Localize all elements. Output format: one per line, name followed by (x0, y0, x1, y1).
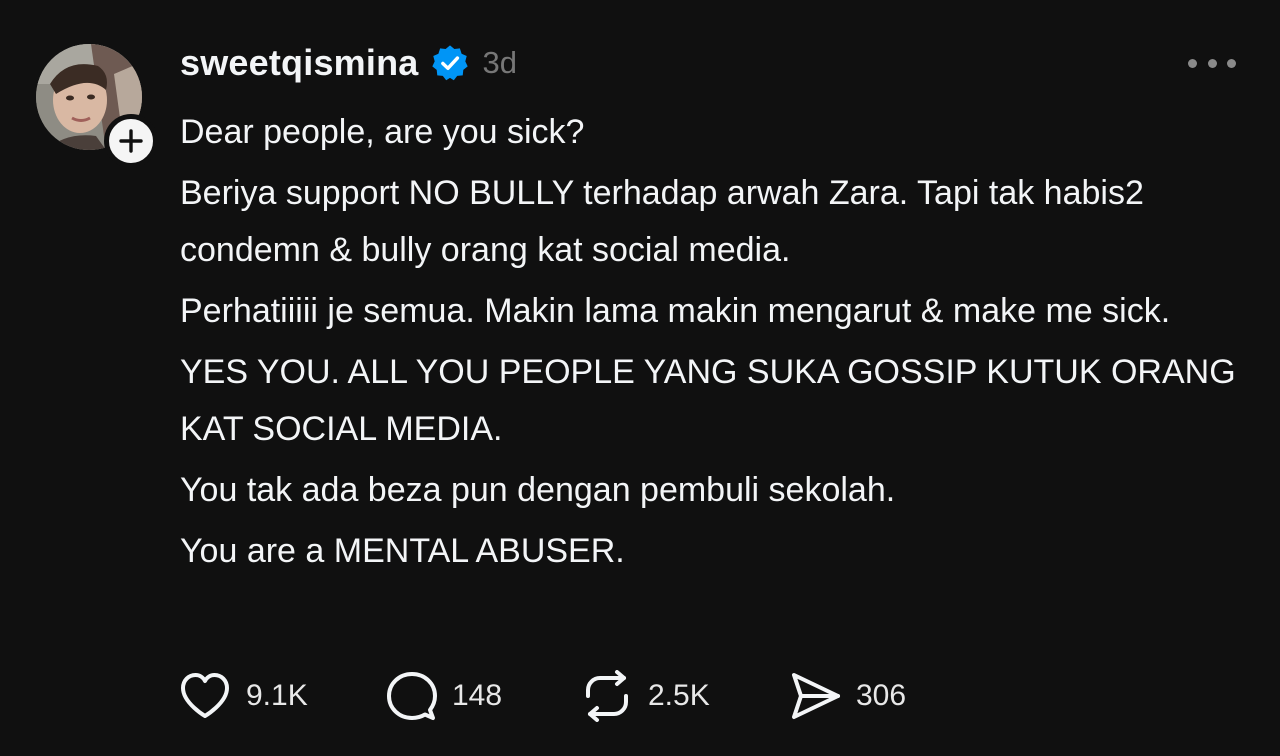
reply-button[interactable]: 148 (386, 666, 502, 726)
share-count: 306 (856, 679, 907, 712)
repost-icon (586, 670, 628, 722)
share-button[interactable]: 306 (790, 666, 906, 726)
like-button[interactable]: 9.1K (178, 666, 308, 726)
like-count: 9.1K (246, 679, 308, 712)
post-paragraph: You are a MENTAL ABUSER. (180, 532, 625, 570)
post-paragraph: Perhatiiiii je semua. Makin lama makin m… (180, 292, 1171, 330)
post-header: sweetqismina 3d (180, 40, 517, 86)
repost-count: 2.5K (648, 679, 710, 712)
plus-icon (119, 129, 143, 153)
post-paragraph: Beriya support NO BULLY terhadap arwah Z… (180, 174, 1144, 269)
more-icon-dot (1227, 58, 1236, 68)
avatar-container (36, 44, 158, 168)
more-options-button[interactable] (1188, 46, 1236, 80)
repost-button[interactable]: 2.5K (580, 666, 710, 726)
follow-button[interactable] (104, 114, 158, 168)
send-icon (792, 673, 840, 719)
post-time: 3d (482, 45, 517, 80)
post: sweetqismina 3d Dear people, are you sic… (0, 0, 1280, 756)
more-icon-dot (1207, 58, 1217, 68)
post-paragraph: You tak ada beza pun dengan pembuli seko… (180, 471, 896, 509)
action-bar: 9.1K 148 2.5K 306 (178, 666, 978, 726)
heart-icon (181, 673, 229, 718)
username[interactable]: sweetqismina (180, 42, 419, 84)
more-icon-dot (1188, 58, 1197, 68)
verified-badge-icon (431, 45, 468, 81)
post-body: Dear people, are you sick? Beriya suppor… (180, 104, 1240, 584)
comment-icon (387, 672, 437, 720)
post-paragraph: Dear people, are you sick? (180, 113, 585, 151)
reply-count: 148 (452, 679, 503, 712)
post-paragraph: YES YOU. ALL YOU PEOPLE YANG SUKA GOSSIP… (180, 353, 1236, 448)
